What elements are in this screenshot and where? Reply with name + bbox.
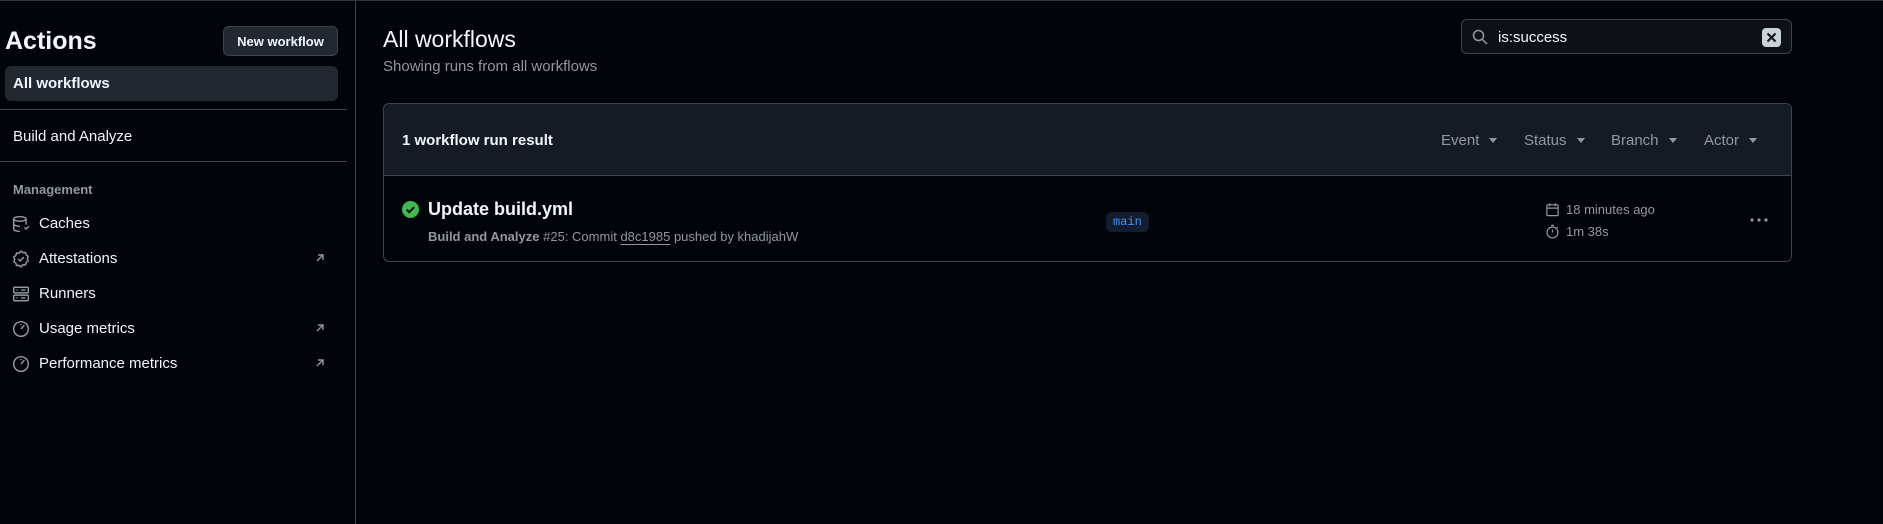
workflow-runs-panel: 1 workflow run result Event Status Branc… [383,103,1792,262]
database-icon [12,215,30,233]
search-box [1461,19,1792,54]
run-meta: Build and Analyze #25: Commit d8c1985 pu… [428,229,798,244]
pushed-by: pushed by khadijahW [673,229,799,244]
runs-header: 1 workflow run result Event Status Branc… [384,104,1791,176]
run-number: #25 [543,229,565,244]
caret-down-icon [1576,138,1585,143]
filter-label: Status [1524,132,1567,149]
branch-label[interactable]: main [1106,212,1149,232]
new-workflow-button[interactable]: New workflow [223,26,338,56]
stopwatch-icon [1546,224,1559,239]
clear-search-button[interactable] [1762,28,1781,47]
sidebar-item-label: Performance metrics [39,354,178,372]
filter-label: Branch [1611,132,1659,149]
sidebar-item-build-and-analyze[interactable]: Build and Analyze [13,128,132,145]
sidebar-item-label: Runners [39,284,96,302]
sidebar-item-all-workflows[interactable]: All workflows [5,66,338,101]
kebab-horizontal-icon [1750,218,1768,222]
run-timestamp: 18 minutes ago [1545,202,1655,217]
caret-down-icon [1749,138,1758,143]
check-circle-icon [402,201,419,218]
sidebar-item-usage-metrics[interactable]: Usage metrics [0,313,340,343]
search-icon [1472,29,1488,45]
caret-down-icon [1668,138,1677,143]
verified-icon [12,250,30,268]
external-link-icon [316,359,324,367]
page-title: All workflows [383,26,516,52]
external-link-icon [316,254,324,262]
filter-label: Event [1441,132,1480,149]
external-link-icon [316,324,324,332]
close-icon [1766,32,1777,43]
filter-status-dropdown[interactable]: Status [1524,132,1585,149]
caret-down-icon [1489,138,1498,143]
meter-icon [12,355,30,373]
sidebar-divider [0,109,347,110]
filter-event-dropdown[interactable]: Event [1441,132,1498,149]
sidebar-item-performance-metrics[interactable]: Performance metrics [0,348,340,378]
meter-icon [12,320,30,338]
sidebar-item-label: Attestations [39,249,118,267]
more-actions-button[interactable] [1744,207,1774,233]
commit-prefix: : Commit [564,229,617,244]
filter-label: Actor [1704,132,1740,149]
sidebar-divider [0,161,347,162]
run-workflow-name: Build and Analyze [428,229,540,244]
sidebar-item-label: All workflows [13,75,110,92]
search-input[interactable] [1498,25,1748,49]
sidebar-item-label: Caches [39,214,90,232]
result-count: 1 workflow run result [402,132,553,149]
run-title-link[interactable]: Update build.yml [428,199,573,220]
sidebar-title: Actions [5,27,97,55]
sidebar-item-runners[interactable]: Runners [0,278,340,308]
commit-sha-link[interactable]: d8c1985 [620,229,670,244]
sidebar-item-label: Usage metrics [39,319,135,337]
filter-actor-dropdown[interactable]: Actor [1704,132,1758,149]
server-icon [12,286,30,302]
page-subtitle: Showing runs from all workflows [383,58,598,75]
filter-branch-dropdown[interactable]: Branch [1611,132,1677,149]
run-duration: 1m 38s [1545,224,1609,239]
time-ago: 18 minutes ago [1566,202,1655,217]
duration: 1m 38s [1566,224,1609,239]
calendar-icon [1546,203,1559,217]
workflow-run-row: Update build.yml Build and Analyze #25: … [384,177,1791,261]
sidebar: Actions New workflow All workflows Build… [0,1,356,524]
sidebar-item-caches[interactable]: Caches [0,208,340,238]
management-heading: Management [13,182,93,197]
sidebar-item-attestations[interactable]: Attestations [0,243,340,273]
